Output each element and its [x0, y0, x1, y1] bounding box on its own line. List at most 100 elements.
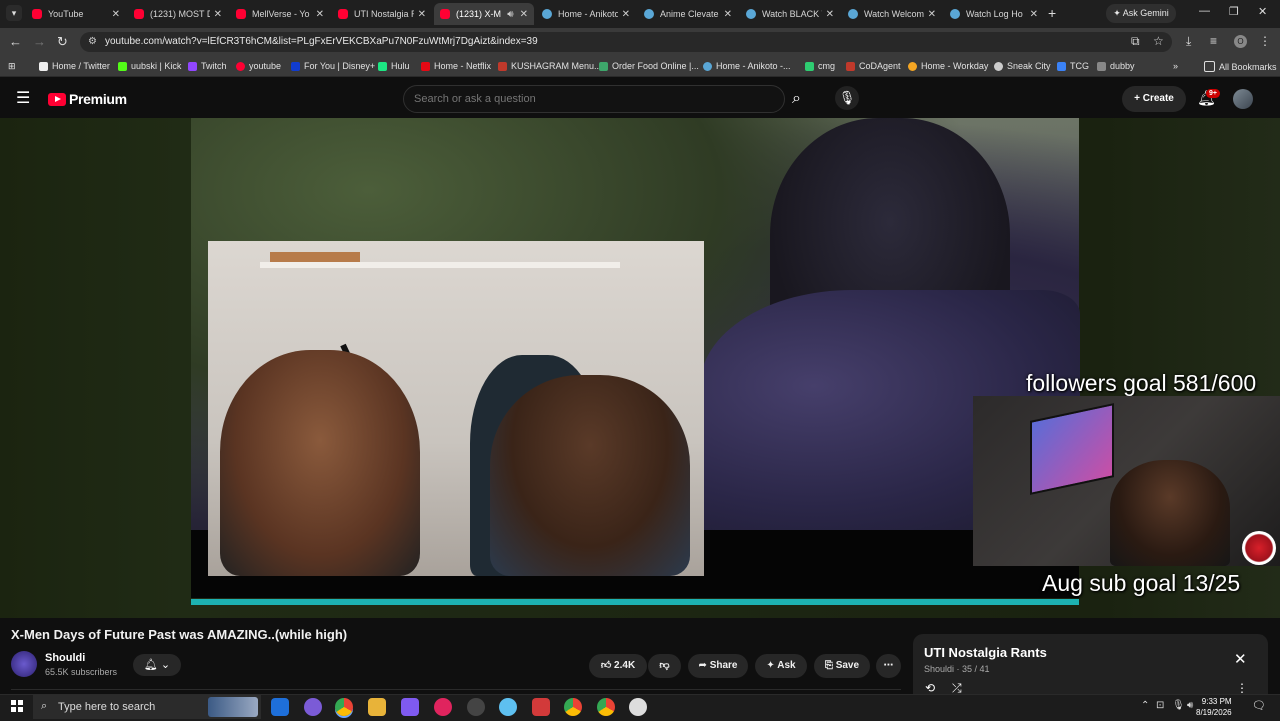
close-tab-icon[interactable]: ✕: [214, 9, 222, 20]
youtube-logo-icon[interactable]: [48, 93, 66, 106]
speaker-icon[interactable]: 🔊︎: [507, 9, 513, 20]
share-button[interactable]: ➦ Share: [688, 654, 748, 678]
clock-app-icon[interactable]: [629, 698, 647, 716]
browser-tab[interactable]: YouTube ✕: [26, 3, 126, 25]
chrome-app-icon[interactable]: [335, 698, 353, 716]
search-input[interactable]: [403, 85, 785, 113]
bookmark-item[interactable]: cmg: [805, 61, 835, 71]
like-button[interactable]: 👍︎ 2.4K: [589, 654, 647, 678]
close-tab-icon[interactable]: ✕: [724, 9, 732, 20]
bookmark-item[interactable]: uubski | Kick: [118, 61, 181, 71]
channel-avatar[interactable]: [11, 651, 37, 677]
hamburger-menu-icon[interactable]: ☰: [16, 88, 30, 108]
playlist-menu-icon[interactable]: ⋮: [1236, 681, 1248, 695]
bookmark-item[interactable]: dubby: [1097, 61, 1135, 71]
close-window-icon[interactable]: ✕: [1258, 5, 1267, 18]
bookmark-item[interactable]: CoDAgent: [846, 61, 901, 71]
close-tab-icon[interactable]: ✕: [826, 9, 834, 20]
bookmark-item[interactable]: Home - Netflix: [421, 61, 491, 71]
bookmark-item[interactable]: Hulu: [378, 61, 410, 71]
chrome-profile-icon[interactable]: [564, 698, 582, 716]
network-icon[interactable]: ⊡: [1156, 700, 1164, 711]
back-icon[interactable]: ←: [9, 34, 22, 49]
app-circle-icon[interactable]: [499, 698, 517, 716]
forward-icon[interactable]: →: [33, 34, 46, 49]
create-button[interactable]: + Create: [1122, 86, 1186, 112]
tab-search-button[interactable]: ▾: [6, 5, 22, 21]
save-button[interactable]: ⎘ Save: [814, 654, 870, 678]
bookmark-item[interactable]: Home - Workday: [908, 61, 988, 71]
steam-app-icon[interactable]: [467, 698, 485, 716]
close-tab-icon[interactable]: ✕: [112, 9, 120, 20]
notification-center-icon[interactable]: 🗨︎: [1252, 699, 1266, 712]
url-text[interactable]: youtube.com/watch?v=lEfCR3T6hCM&list=PLg…: [105, 36, 538, 47]
browser-tab[interactable]: Anime Clevate ✕: [638, 3, 738, 25]
ask-gemini-button[interactable]: ✦ Ask Gemini: [1106, 4, 1176, 23]
restore-icon[interactable]: ❐: [1229, 5, 1239, 18]
browser-tab[interactable]: Watch BLACK T ✕: [740, 3, 840, 25]
game-controller-app-icon[interactable]: [401, 698, 419, 716]
bookmark-item[interactable]: youtube: [236, 61, 281, 71]
close-tab-icon[interactable]: ✕: [418, 9, 426, 20]
browser-tab[interactable]: (1231) MOST D ✕: [128, 3, 228, 25]
bookmark-item[interactable]: KUSHAGRAM Menu...: [498, 61, 602, 71]
all-bookmarks-button[interactable]: All Bookmarks: [1204, 61, 1277, 72]
tray-chevron-icon[interactable]: ⌃: [1141, 700, 1149, 711]
dislike-button[interactable]: 👎︎: [648, 654, 681, 678]
search-icon[interactable]: ⌕: [792, 90, 801, 108]
close-playlist-icon[interactable]: ✕: [1234, 650, 1247, 668]
close-tab-icon[interactable]: ✕: [520, 9, 528, 20]
reload-icon[interactable]: ↻: [57, 34, 68, 50]
discord-app-icon[interactable]: [304, 698, 322, 716]
apps-grid-icon[interactable]: ⊞: [8, 61, 16, 72]
microphone-icon[interactable]: 🎙︎: [835, 86, 859, 110]
browser-tab[interactable]: Watch Welcom ✕: [842, 3, 942, 25]
browser-tab-active[interactable]: (1231) X-M 🔊︎ ✕: [434, 3, 534, 25]
bookmark-star-icon[interactable]: ☆: [1153, 34, 1164, 48]
video-progress-bar[interactable]: [191, 599, 1079, 605]
media-player-app-icon[interactable]: [434, 698, 452, 716]
bookmark-item[interactable]: Order Food Online |...: [599, 61, 699, 71]
close-tab-icon[interactable]: ✕: [622, 9, 630, 20]
windows-start-icon[interactable]: [11, 700, 23, 712]
bookmark-item[interactable]: For You | Disney+: [291, 61, 375, 71]
channel-name[interactable]: Shouldi: [45, 652, 85, 664]
media-queue-icon[interactable]: ≡: [1210, 34, 1217, 48]
subscription-bell-button[interactable]: 🔔︎ ⌄: [133, 654, 181, 676]
minimize-icon[interactable]: —: [1199, 5, 1210, 17]
paint-app-icon[interactable]: [271, 698, 289, 716]
bookmark-item[interactable]: Twitch: [188, 61, 227, 71]
menu-kebab-icon[interactable]: ⋮: [1259, 34, 1271, 48]
more-actions-button[interactable]: ⋯: [876, 654, 901, 678]
mic-tray-icon[interactable]: 🎙︎: [1172, 700, 1185, 711]
playlist-title[interactable]: UTI Nostalgia Rants: [924, 645, 1047, 660]
bookmark-item[interactable]: Home - Anikoto -...: [703, 61, 791, 71]
more-bookmarks-button[interactable]: »: [1173, 61, 1178, 71]
chrome-profile-icon[interactable]: [597, 698, 615, 716]
bookmark-item[interactable]: Home / Twitter: [39, 61, 110, 71]
file-explorer-icon[interactable]: [368, 698, 386, 716]
install-app-icon[interactable]: ⧉: [1131, 34, 1140, 49]
close-tab-icon[interactable]: ✕: [1030, 9, 1038, 20]
close-tab-icon[interactable]: ✕: [316, 9, 324, 20]
site-info-icon[interactable]: ⚙: [88, 36, 97, 47]
playlist-meta: Shouldi · 35 / 41: [924, 664, 990, 674]
browser-tab[interactable]: MellVerse - Yo ✕: [230, 3, 330, 25]
bookmark-item[interactable]: TCG: [1057, 61, 1089, 71]
ask-button[interactable]: ✦ Ask: [755, 654, 807, 678]
browser-tab[interactable]: Home - Anikoto ✕: [536, 3, 636, 25]
bookmark-item[interactable]: Sneak City: [994, 61, 1051, 71]
close-tab-icon[interactable]: ✕: [928, 9, 936, 20]
youtube-premium-brand[interactable]: Premium: [69, 91, 127, 107]
user-avatar[interactable]: [1233, 89, 1253, 109]
volume-icon[interactable]: 🔊︎: [1187, 700, 1193, 711]
new-tab-button[interactable]: +: [1048, 5, 1056, 21]
download-icon[interactable]: ⤓: [1186, 34, 1191, 49]
profile-icon[interactable]: O: [1234, 35, 1247, 48]
browser-tab[interactable]: UTI Nostalgia R ✕: [332, 3, 432, 25]
taskbar-clock[interactable]: 9:33 PM 8/19/2026: [1196, 696, 1232, 718]
app-red-icon[interactable]: [532, 698, 550, 716]
loop-icon[interactable]: ⟲: [925, 681, 935, 695]
browser-tab[interactable]: Watch Log Ho ✕: [944, 3, 1044, 25]
thumbs-down-icon: 👎︎: [659, 660, 670, 671]
